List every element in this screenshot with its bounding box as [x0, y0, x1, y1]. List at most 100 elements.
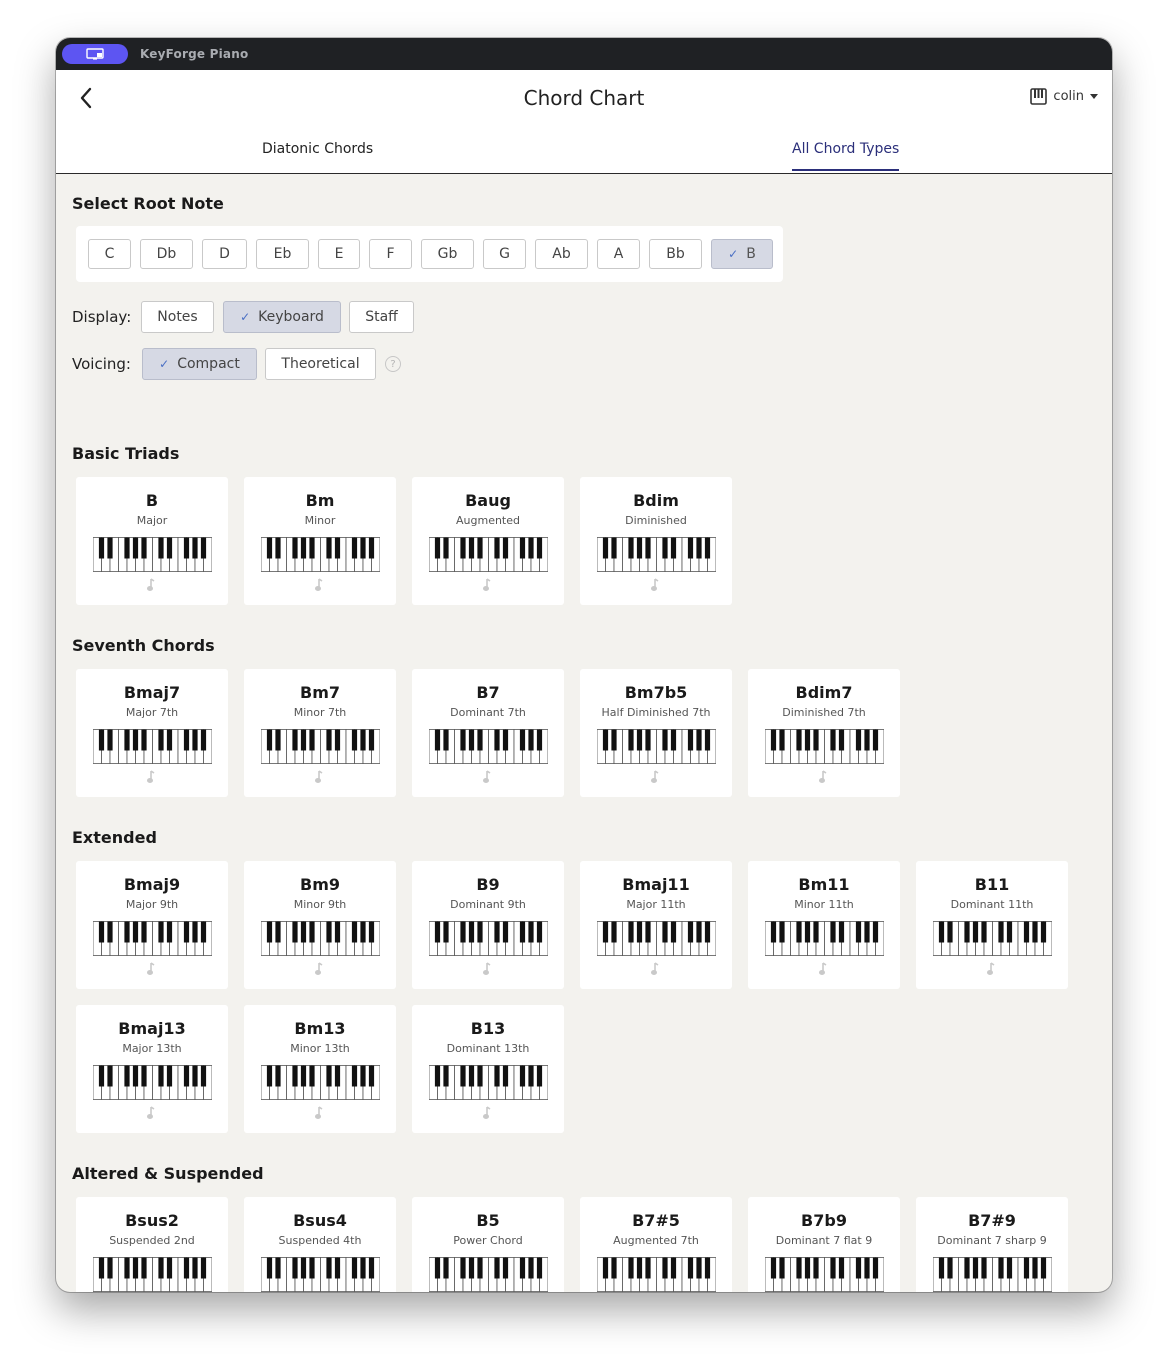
chord-name: B5 — [476, 1211, 500, 1230]
root-note-d[interactable]: D — [202, 239, 247, 269]
chord-card[interactable]: Bdim7 Diminished 7th — [748, 669, 900, 797]
voicing-theoretical-button[interactable]: Theoretical — [265, 348, 376, 380]
chord-quality: Augmented — [456, 514, 520, 527]
play-note-icon[interactable] — [650, 962, 660, 976]
chord-card[interactable]: Bm7b5 Half Diminished 7th — [580, 669, 732, 797]
black-key — [292, 1257, 298, 1279]
chord-card[interactable]: Baug Augmented — [412, 477, 564, 605]
black-key — [528, 729, 534, 751]
black-key — [124, 1257, 130, 1279]
root-note-a[interactable]: A — [597, 239, 640, 269]
black-key — [628, 921, 634, 943]
root-note-g[interactable]: G — [483, 239, 526, 269]
chord-card[interactable]: B7 Dominant 7th — [412, 669, 564, 797]
root-note-ab[interactable]: Ab — [535, 239, 588, 269]
play-note-icon[interactable] — [314, 578, 324, 592]
black-key — [334, 1257, 341, 1279]
play-note-icon[interactable] — [146, 770, 156, 784]
chord-name: Bsus4 — [293, 1211, 347, 1230]
play-note-icon[interactable] — [146, 578, 156, 592]
black-key — [141, 537, 147, 559]
play-note-icon[interactable] — [650, 770, 660, 784]
chord-card[interactable]: B5 Power Chord — [412, 1197, 564, 1292]
chord-card[interactable]: B Major — [76, 477, 228, 605]
black-key — [98, 921, 105, 943]
play-note-icon[interactable] — [314, 1106, 324, 1120]
black-key — [964, 921, 970, 943]
black-key — [964, 1257, 970, 1279]
chord-card[interactable]: Bsus4 Suspended 4th — [244, 1197, 396, 1292]
black-key — [662, 537, 668, 559]
black-key — [351, 1065, 358, 1087]
play-note-icon[interactable] — [818, 770, 828, 784]
root-note-b[interactable]: ✓ B — [711, 239, 773, 269]
chord-card[interactable]: Bmaj9 Major 9th — [76, 861, 228, 989]
play-note-icon[interactable] — [314, 962, 324, 976]
chord-name: B9 — [476, 875, 500, 894]
chord-card[interactable]: Bmaj7 Major 7th — [76, 669, 228, 797]
chord-card[interactable]: Bmaj11 Major 11th — [580, 861, 732, 989]
root-note-gb[interactable]: Gb — [421, 239, 474, 269]
play-note-icon[interactable] — [818, 962, 828, 976]
chord-card[interactable]: Bsus2 Suspended 2nd — [76, 1197, 228, 1292]
help-icon[interactable]: ? — [385, 356, 401, 372]
black-key — [981, 921, 987, 943]
keyboard-diagram — [597, 921, 716, 956]
play-note-icon[interactable] — [482, 962, 492, 976]
chord-card[interactable]: B7#5 Augmented 7th — [580, 1197, 732, 1292]
display-keyboard-button[interactable]: ✓ Keyboard — [223, 301, 341, 333]
chord-card[interactable]: B7#9 Dominant 7 sharp 9 — [916, 1197, 1068, 1292]
root-note-c[interactable]: C — [88, 239, 131, 269]
black-key — [536, 537, 543, 559]
chord-quality: Minor 9th — [293, 898, 347, 911]
chord-name: Bm13 — [294, 1019, 346, 1038]
play-note-icon[interactable] — [986, 962, 996, 976]
play-note-icon[interactable] — [650, 578, 660, 592]
voicing-compact-button[interactable]: ✓ Compact — [142, 348, 257, 380]
chord-card[interactable]: Bm11 Minor 11th — [748, 861, 900, 989]
black-key — [662, 1257, 668, 1279]
black-key — [183, 729, 190, 751]
play-note-icon[interactable] — [146, 962, 156, 976]
black-key — [300, 729, 307, 751]
black-key — [434, 729, 441, 751]
tab-all-chord-types[interactable]: All Chord Types — [792, 141, 900, 171]
black-key — [300, 537, 307, 559]
black-key — [141, 1065, 147, 1087]
black-key — [334, 921, 341, 943]
play-note-icon[interactable] — [482, 578, 492, 592]
root-note-e[interactable]: E — [318, 239, 360, 269]
black-key — [98, 1257, 105, 1279]
chord-card[interactable]: Bm Minor — [244, 477, 396, 605]
tab-diatonic-chords[interactable]: Diatonic Chords — [262, 141, 373, 169]
black-key — [636, 537, 643, 559]
play-note-icon[interactable] — [482, 770, 492, 784]
black-key — [645, 537, 651, 559]
chord-name: B7 — [476, 683, 500, 702]
chord-card[interactable]: Bmaj13 Major 13th — [76, 1005, 228, 1133]
display-staff-button[interactable]: Staff — [349, 301, 414, 333]
display-notes-button[interactable]: Notes — [141, 301, 214, 333]
play-note-icon[interactable] — [314, 770, 324, 784]
chord-card[interactable]: B9 Dominant 9th — [412, 861, 564, 989]
black-key — [779, 921, 785, 943]
chord-card[interactable]: B11 Dominant 11th — [916, 861, 1068, 989]
chord-card[interactable]: B7b9 Dominant 7 flat 9 — [748, 1197, 900, 1292]
keyboard-diagram — [429, 537, 548, 572]
app-switcher-button[interactable] — [62, 44, 128, 64]
root-note-bb[interactable]: Bb — [649, 239, 702, 269]
root-note-eb[interactable]: Eb — [256, 239, 309, 269]
chord-card[interactable]: Bm7 Minor 7th — [244, 669, 396, 797]
root-note-db[interactable]: Db — [140, 239, 193, 269]
black-key — [519, 1257, 526, 1279]
voicing-label: Voicing: — [72, 355, 131, 373]
play-note-icon[interactable] — [146, 1106, 156, 1120]
chord-card[interactable]: Bdim Diminished — [580, 477, 732, 605]
root-note-f[interactable]: F — [369, 239, 412, 269]
user-menu[interactable]: colin — [1030, 88, 1098, 105]
chord-card[interactable]: Bm13 Minor 13th — [244, 1005, 396, 1133]
play-note-icon[interactable] — [482, 1106, 492, 1120]
chord-card[interactable]: Bm9 Minor 9th — [244, 861, 396, 989]
chord-card[interactable]: B13 Dominant 13th — [412, 1005, 564, 1133]
chord-quality: Major 11th — [626, 898, 686, 911]
